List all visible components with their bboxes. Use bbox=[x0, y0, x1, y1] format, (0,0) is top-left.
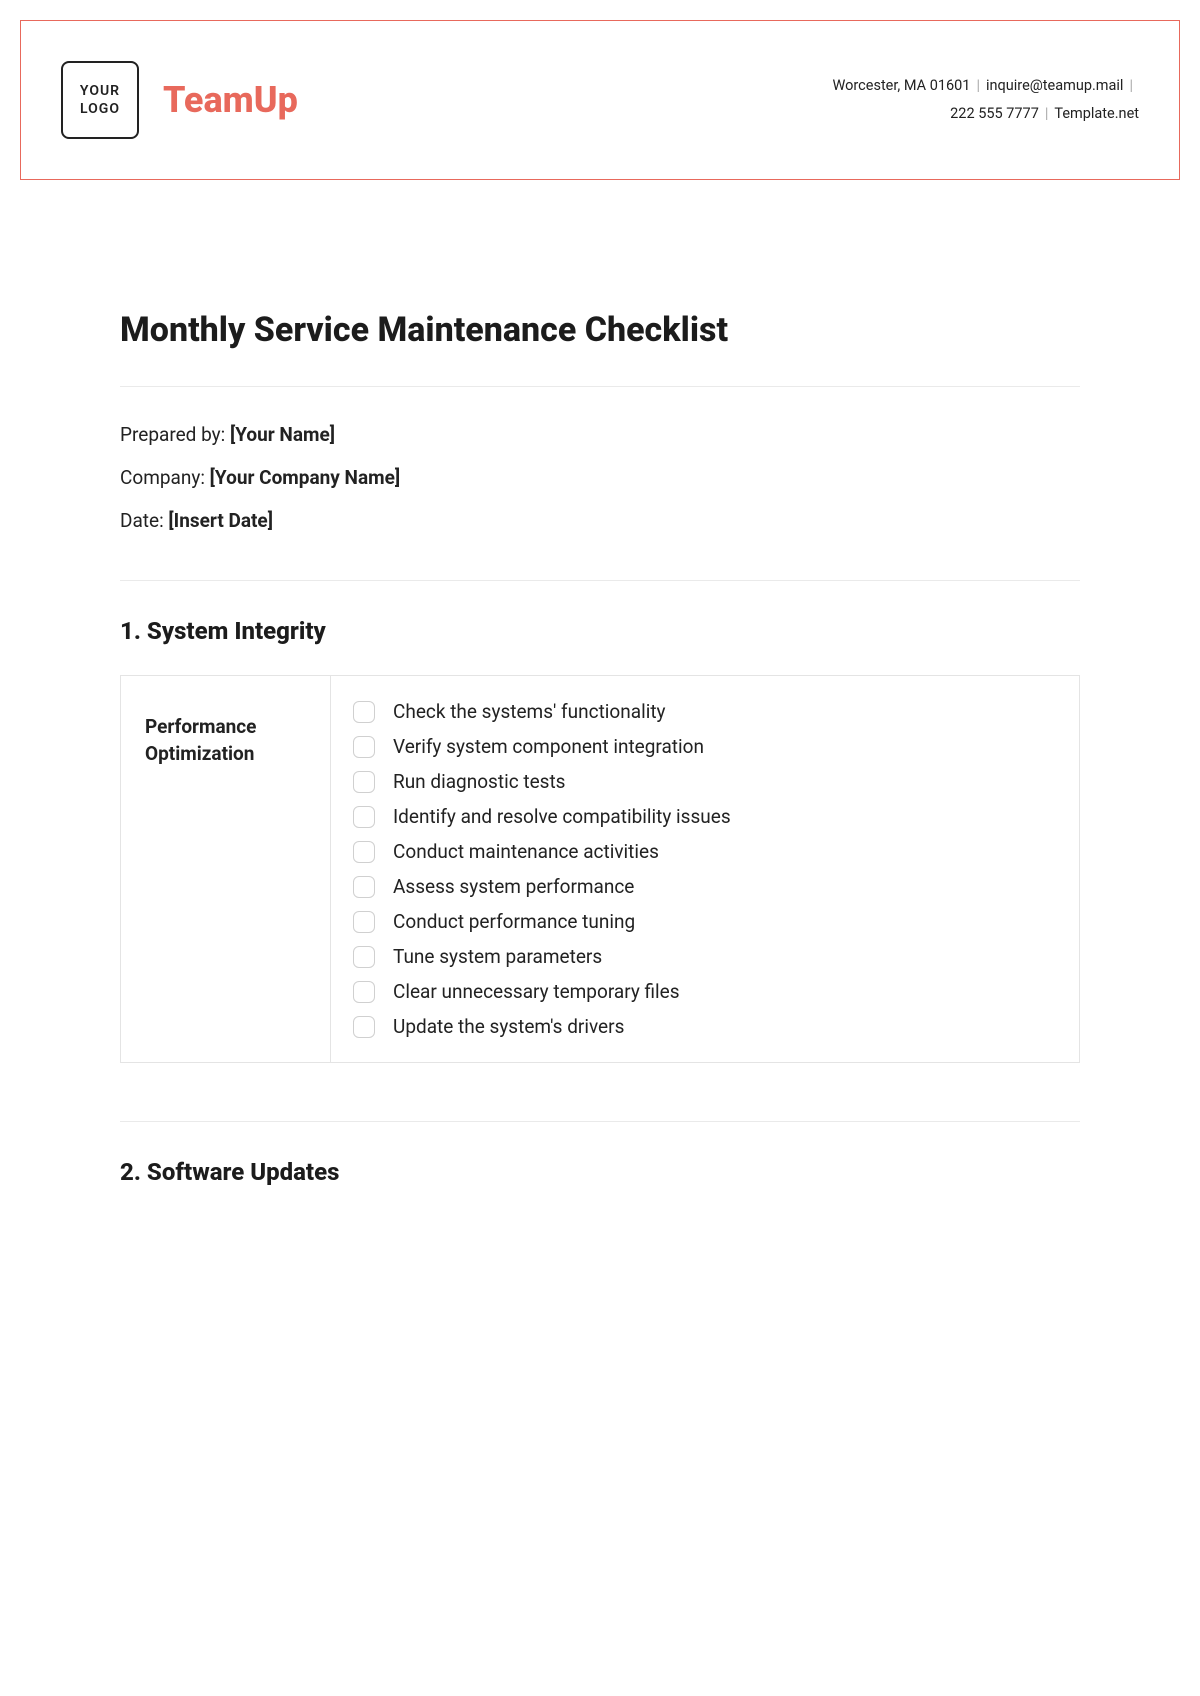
checklist-text: Clear unnecessary temporary files bbox=[393, 980, 680, 1003]
checkbox-icon[interactable] bbox=[353, 771, 375, 793]
checklist-item: Assess system performance bbox=[353, 869, 1057, 904]
letterhead: YOUR LOGO TeamUp Worcester, MA 01601|inq… bbox=[20, 20, 1180, 180]
email-text: inquire@teamup.mail bbox=[986, 77, 1123, 94]
checklist-text: Identify and resolve compatibility issue… bbox=[393, 805, 731, 828]
checklist-item: Conduct performance tuning bbox=[353, 904, 1057, 939]
page-title: Monthly Service Maintenance Checklist bbox=[120, 310, 1080, 350]
checklist-item: Tune system parameters bbox=[353, 939, 1057, 974]
company-value[interactable]: [Your Company Name] bbox=[210, 466, 400, 489]
checkbox-icon[interactable] bbox=[353, 946, 375, 968]
checkbox-icon[interactable] bbox=[353, 1016, 375, 1038]
meta-block: Prepared by: [Your Name] Company: [Your … bbox=[120, 423, 1080, 532]
checklist-text: Tune system parameters bbox=[393, 945, 602, 968]
divider bbox=[120, 1121, 1080, 1122]
checklist-cell: Check the systems' functionality Verify … bbox=[331, 676, 1079, 1062]
logo-line1: YOUR bbox=[80, 82, 120, 100]
divider bbox=[120, 386, 1080, 387]
section-heading-2: 2. Software Updates bbox=[120, 1158, 1080, 1186]
checklist-text: Verify system component integration bbox=[393, 735, 704, 758]
date-value[interactable]: [Insert Date] bbox=[168, 509, 273, 532]
checklist-text: Conduct performance tuning bbox=[393, 910, 635, 933]
company-label: Company: bbox=[120, 466, 210, 489]
site-text: Template.net bbox=[1054, 105, 1139, 122]
checkbox-icon[interactable] bbox=[353, 736, 375, 758]
divider bbox=[120, 580, 1080, 581]
section-heading-1: 1. System Integrity bbox=[120, 617, 1080, 645]
checkbox-icon[interactable] bbox=[353, 841, 375, 863]
checklist-table: Performance Optimization Check the syste… bbox=[120, 675, 1080, 1063]
checklist-text: Update the system's drivers bbox=[393, 1015, 624, 1038]
checklist-item: Verify system component integration bbox=[353, 729, 1057, 764]
category-cell: Performance Optimization bbox=[121, 676, 331, 1062]
logo-line2: LOGO bbox=[80, 100, 120, 118]
prepared-by-label: Prepared by: bbox=[120, 423, 230, 446]
checklist-text: Assess system performance bbox=[393, 875, 634, 898]
date-label: Date: bbox=[120, 509, 168, 532]
document-body: Monthly Service Maintenance Checklist Pr… bbox=[120, 310, 1080, 1216]
checklist-item: Run diagnostic tests bbox=[353, 764, 1057, 799]
contact-block: Worcester, MA 01601|inquire@teamup.mail|… bbox=[832, 72, 1139, 127]
checkbox-icon[interactable] bbox=[353, 806, 375, 828]
checklist-item: Clear unnecessary temporary files bbox=[353, 974, 1057, 1009]
checkbox-icon[interactable] bbox=[353, 701, 375, 723]
checklist-item: Conduct maintenance activities bbox=[353, 834, 1057, 869]
checklist-item: Check the systems' functionality bbox=[353, 694, 1057, 729]
brand-name: TeamUp bbox=[163, 79, 298, 121]
checklist-text: Check the systems' functionality bbox=[393, 700, 666, 723]
brand-block: YOUR LOGO TeamUp bbox=[61, 61, 298, 139]
prepared-by-value[interactable]: [Your Name] bbox=[230, 423, 335, 446]
checkbox-icon[interactable] bbox=[353, 911, 375, 933]
logo-placeholder: YOUR LOGO bbox=[61, 61, 139, 139]
checklist-text: Conduct maintenance activities bbox=[393, 840, 659, 863]
checklist-text: Run diagnostic tests bbox=[393, 770, 565, 793]
checkbox-icon[interactable] bbox=[353, 981, 375, 1003]
phone-text: 222 555 7777 bbox=[950, 105, 1039, 122]
checkbox-icon[interactable] bbox=[353, 876, 375, 898]
document-page: YOUR LOGO TeamUp Worcester, MA 01601|inq… bbox=[0, 0, 1200, 1696]
checklist-item: Update the system's drivers bbox=[353, 1009, 1057, 1044]
checklist-item: Identify and resolve compatibility issue… bbox=[353, 799, 1057, 834]
address-text: Worcester, MA 01601 bbox=[832, 77, 970, 94]
